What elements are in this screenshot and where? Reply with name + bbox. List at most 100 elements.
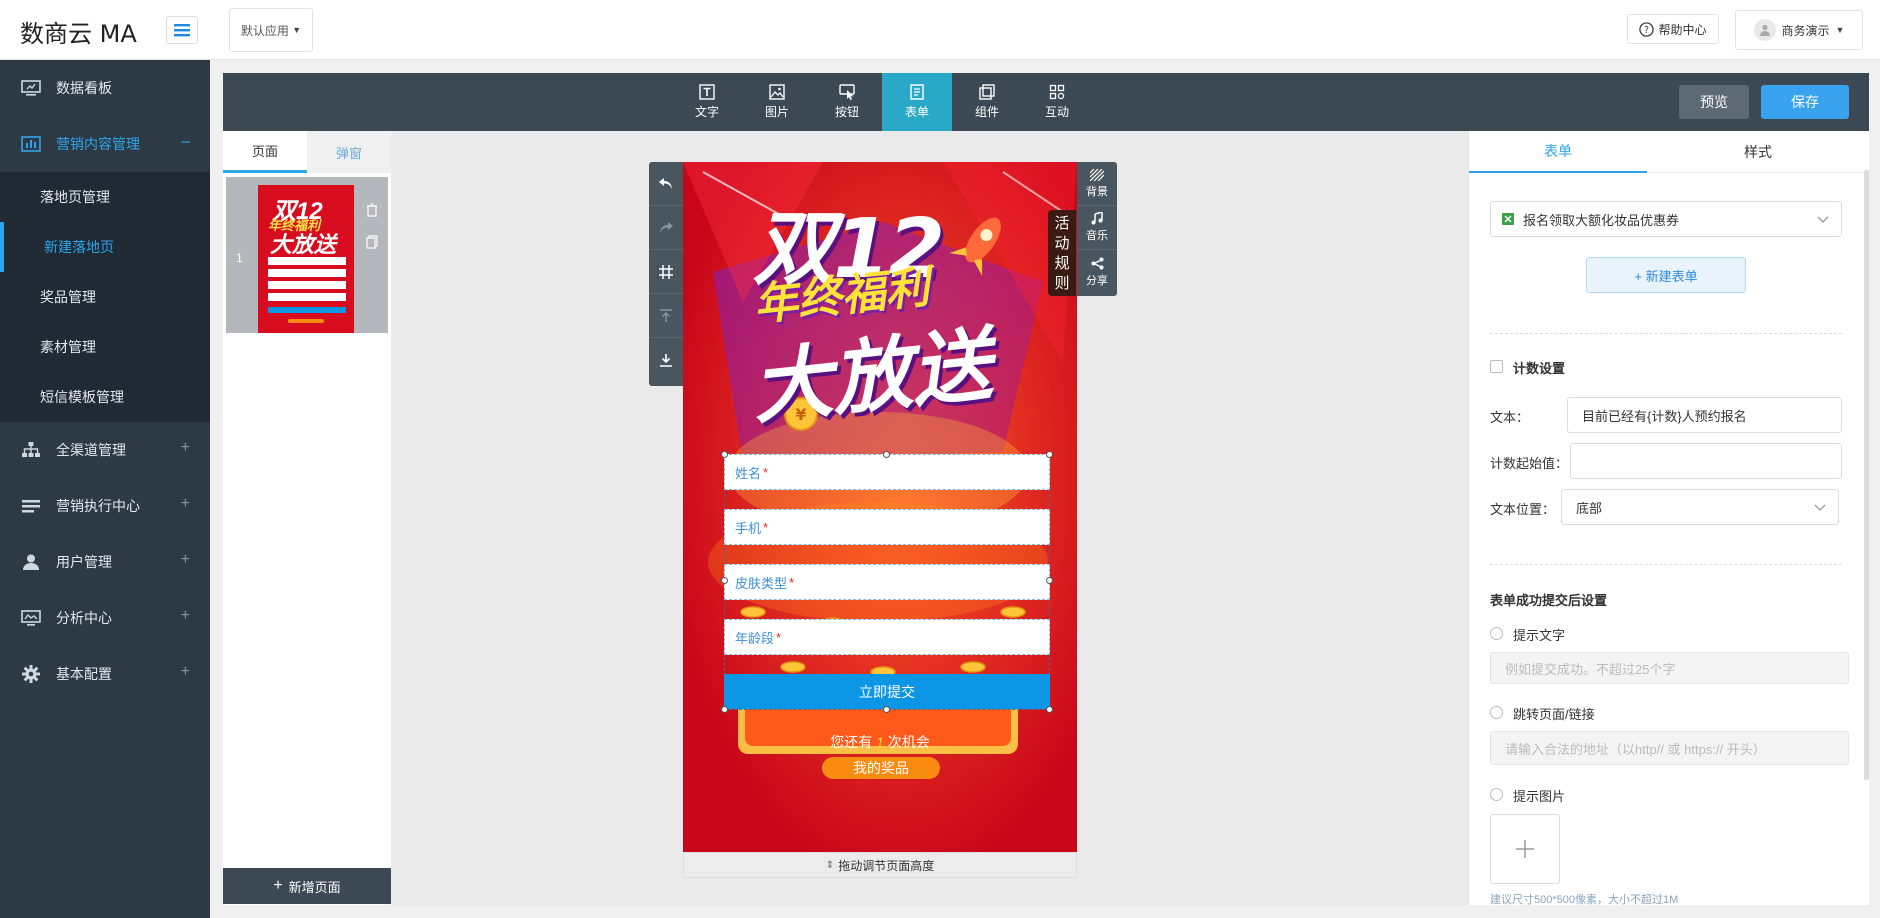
- caret-down-icon: ▼: [292, 25, 302, 35]
- tip-text-input[interactable]: 例如提交成功。不超过25个字: [1490, 652, 1849, 684]
- image-icon: [769, 84, 785, 100]
- count-setting-checkbox[interactable]: [1490, 360, 1503, 373]
- tab-style[interactable]: 样式: [1647, 131, 1869, 173]
- expand-icon: +: [180, 439, 190, 456]
- background-button[interactable]: 背景: [1077, 162, 1117, 206]
- divider: [1490, 333, 1842, 334]
- tab-pages[interactable]: 页面: [223, 131, 307, 173]
- form-select-value: 报名领取大额化妆品优惠券: [1523, 212, 1680, 228]
- copy-icon[interactable]: [366, 235, 378, 249]
- app-select[interactable]: 默认应用 ▼: [229, 8, 313, 52]
- count-start-input[interactable]: [1570, 443, 1842, 479]
- chance-count: 1: [876, 734, 884, 750]
- my-prizes-button[interactable]: 我的奖品: [822, 757, 940, 779]
- sidebar: 数据看板 营销内容管理 – 落地页管理 新建落地页 奖品管理 素材管理 短信模板…: [0, 60, 210, 918]
- app-select-value: 默认应用: [240, 23, 289, 38]
- form-field-skin-type[interactable]: 皮肤类型 *: [724, 564, 1050, 600]
- form-field-name[interactable]: 姓名 *: [724, 454, 1050, 490]
- preview-button[interactable]: 预览: [1679, 85, 1749, 119]
- move-top-button[interactable]: [649, 294, 683, 338]
- share-icon: [1091, 257, 1103, 269]
- redo-icon: [660, 221, 673, 233]
- resize-handle[interactable]: [721, 706, 728, 713]
- tool-interaction[interactable]: 互动: [1022, 73, 1092, 131]
- menu-toggle-button[interactable]: [166, 16, 198, 44]
- sidebar-subitem-landing-pages[interactable]: 落地页管理: [0, 172, 210, 222]
- resize-handle[interactable]: [1046, 577, 1053, 584]
- remaining-chances-text: 您还有 1 次机会: [683, 732, 1077, 752]
- thumbnail-headline: 大放送: [270, 232, 337, 257]
- sitemap-icon: [20, 441, 42, 459]
- sidebar-item-execution[interactable]: 营销执行中心 +: [0, 478, 210, 534]
- radio-tip-image[interactable]: [1490, 788, 1503, 801]
- success-settings-title: 表单成功提交后设置: [1490, 593, 1608, 608]
- undo-button[interactable]: [649, 162, 683, 206]
- sidebar-subitem-prizes[interactable]: 奖品管理: [0, 272, 210, 322]
- properties-scrollbar[interactable]: [1864, 170, 1869, 780]
- tool-text[interactable]: 文字: [672, 73, 742, 131]
- sidebar-item-channels[interactable]: 全渠道管理 +: [0, 422, 210, 478]
- resize-handle[interactable]: [883, 706, 890, 713]
- sidebar-item-label: 分析中心: [56, 610, 112, 626]
- sidebar-item-dashboard[interactable]: 数据看板: [0, 60, 210, 116]
- tab-form[interactable]: 表单: [1469, 131, 1647, 173]
- question-circle-icon: ?: [1639, 21, 1655, 37]
- tool-label: 文字: [694, 105, 719, 119]
- collapse-icon: –: [181, 133, 190, 150]
- text-position-select[interactable]: 底部: [1561, 489, 1839, 525]
- upload-image-button[interactable]: [1490, 814, 1560, 884]
- page-number: 1: [236, 251, 243, 265]
- redirect-url-input[interactable]: 请输入合法的地址（以http// 或 https:// 开头）: [1490, 731, 1849, 765]
- grid-icon: [659, 264, 673, 279]
- tool-button[interactable]: 按钮: [812, 73, 882, 131]
- resize-handle[interactable]: [1046, 706, 1053, 713]
- resize-page-height-handle[interactable]: ⇕ 拖动调节页面高度: [683, 852, 1077, 878]
- redo-button[interactable]: [649, 206, 683, 250]
- sidebar-item-users[interactable]: 用户管理 +: [0, 534, 210, 590]
- activity-rules-badge[interactable]: 活 动 规 则: [1048, 210, 1076, 296]
- form-select[interactable]: 报名领取大额化妆品优惠券: [1490, 201, 1842, 237]
- image-size-hint: 建议尺寸500*500像素，大小不超过1M: [1490, 894, 1679, 906]
- add-page-button[interactable]: + 新增页面: [223, 868, 391, 904]
- sidebar-item-content[interactable]: 营销内容管理 –: [0, 116, 210, 172]
- undo-icon: [659, 177, 672, 189]
- submit-button[interactable]: 立即提交: [724, 674, 1050, 709]
- add-page-label: 新增页面: [288, 879, 341, 895]
- resize-handle[interactable]: [1046, 451, 1053, 458]
- canvas-left-tools: [649, 162, 683, 386]
- radio-tip-text[interactable]: [1490, 627, 1503, 640]
- radio-redirect[interactable]: [1490, 706, 1503, 719]
- grid-toggle-button[interactable]: [649, 250, 683, 294]
- page-thumbnail[interactable]: 1 双12 年终福利 大放送: [226, 177, 388, 333]
- new-form-button[interactable]: + 新建表单: [1586, 257, 1746, 293]
- download-button[interactable]: [649, 338, 683, 382]
- count-setting-label: 计数设置: [1513, 361, 1566, 376]
- resize-handle[interactable]: [721, 451, 728, 458]
- sidebar-subitem-sms-templates[interactable]: 短信模板管理: [0, 372, 210, 422]
- sidebar-subitem-new-landing-page[interactable]: 新建落地页: [0, 222, 210, 272]
- brand-logo: 数商云 MA: [20, 20, 137, 48]
- tool-component[interactable]: 组件: [952, 73, 1022, 131]
- resize-handle[interactable]: [883, 451, 890, 458]
- delete-icon[interactable]: [366, 203, 378, 217]
- text-icon: [699, 84, 715, 100]
- tool-image[interactable]: 图片: [742, 73, 812, 131]
- form-icon: [910, 84, 924, 100]
- pages-panel: 页面 弹窗 1 双12 年终福利 大放送: [223, 131, 391, 905]
- share-button[interactable]: 分享: [1077, 250, 1117, 294]
- music-button[interactable]: 音乐: [1077, 206, 1117, 250]
- form-field-phone[interactable]: 手机 *: [724, 509, 1050, 545]
- help-center-button[interactable]: ? 帮助中心: [1627, 14, 1719, 44]
- save-button[interactable]: 保存: [1761, 85, 1849, 119]
- tool-form[interactable]: 表单: [882, 73, 952, 131]
- sidebar-item-analytics[interactable]: 分析中心 +: [0, 590, 210, 646]
- resize-handle[interactable]: [721, 577, 728, 584]
- form-field-age[interactable]: 年龄段 *: [724, 619, 1050, 655]
- count-text-input[interactable]: 目前已经有{计数}人预约报名: [1567, 397, 1842, 433]
- tab-popups[interactable]: 弹窗: [307, 131, 391, 173]
- sidebar-subitem-materials[interactable]: 素材管理: [0, 322, 210, 372]
- plus-icon: [1516, 840, 1534, 858]
- sidebar-submenu: 落地页管理 新建落地页 奖品管理 素材管理 短信模板管理: [0, 172, 210, 422]
- sidebar-item-settings[interactable]: 基本配置 +: [0, 646, 210, 702]
- user-menu[interactable]: 商务演示 ▼: [1735, 10, 1863, 50]
